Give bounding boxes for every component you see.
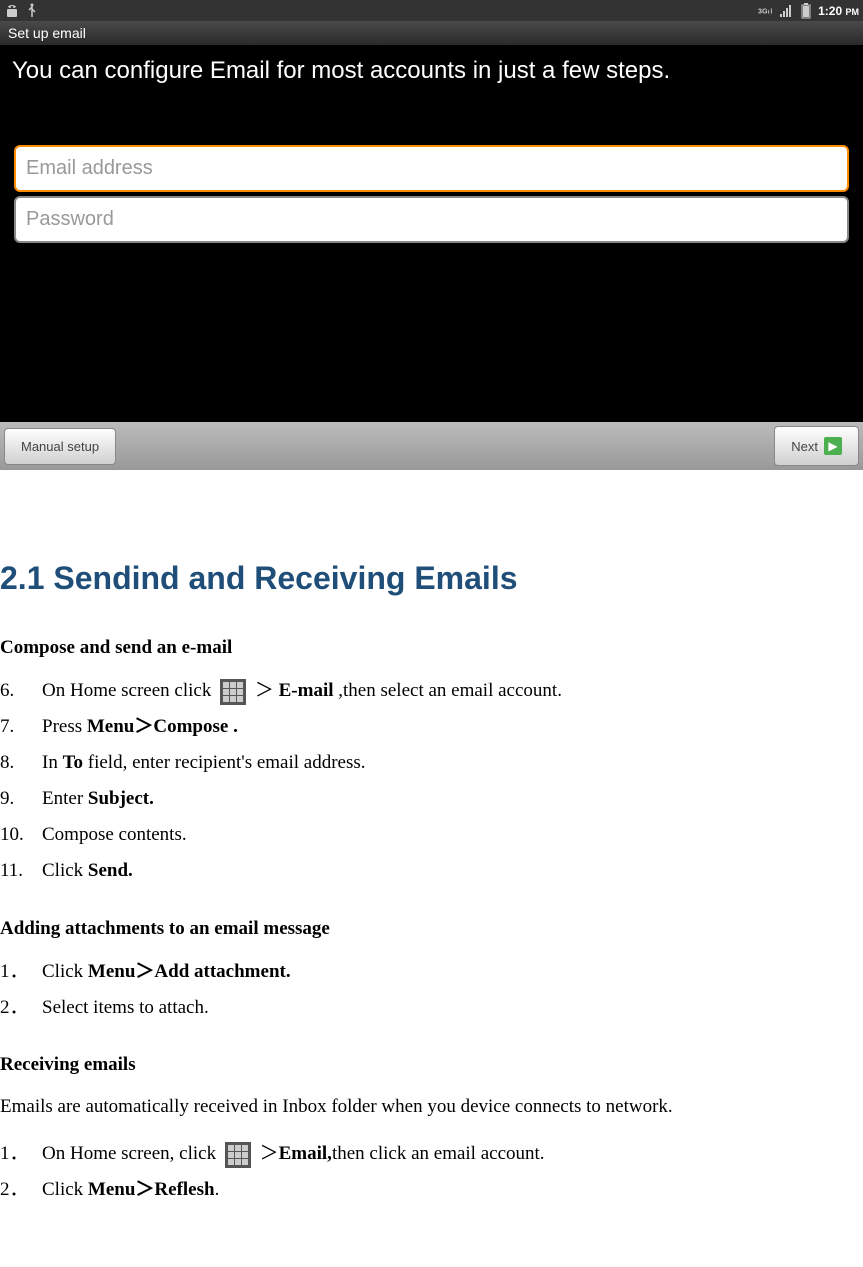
setup-content: You can configure Email for most account… [0, 45, 863, 259]
attachments-list: 1． Click Menu＞Add attachment. 2． Select … [0, 954, 863, 1026]
next-button[interactable]: Next ▶ [774, 426, 859, 466]
list-number: 11. [0, 853, 42, 889]
list-item: 10. Compose contents. [0, 817, 863, 853]
status-time: 1:20 PM [818, 4, 859, 18]
list-item: 11. Click Send. [0, 853, 863, 889]
list-number: 2． [0, 990, 42, 1026]
list-item: 1． Click Menu＞Add attachment. [0, 954, 863, 990]
list-text: Click Menu＞Reflesh. [42, 1172, 219, 1208]
list-item: 1． On Home screen, click ＞Email,then cli… [0, 1136, 863, 1172]
list-number: 9. [0, 781, 42, 817]
usb-icon [24, 3, 40, 19]
attachments-heading: Adding attachments to an email message [0, 918, 863, 940]
list-item: 2． Select items to attach. [0, 990, 863, 1026]
list-text: Enter Subject. [42, 781, 154, 817]
password-field[interactable]: Password [14, 196, 849, 243]
button-bar: Manual setup Next ▶ [0, 422, 863, 470]
list-text: Compose contents. [42, 817, 187, 853]
list-item: 6. On Home screen click ＞ E-mail ,then s… [0, 673, 863, 709]
battery-icon [798, 3, 814, 19]
list-text: Click Send. [42, 853, 133, 889]
compose-heading: Compose and send an e-mail [0, 637, 863, 659]
manual-setup-label: Manual setup [21, 439, 99, 454]
status-left [4, 3, 40, 19]
list-item: 9. Enter Subject. [0, 781, 863, 817]
list-number: 6. [0, 673, 42, 709]
network-3g-icon: 3G [758, 3, 774, 19]
status-right: 3G 1:20 PM [758, 3, 859, 19]
compose-list: 6. On Home screen click ＞ E-mail ,then s… [0, 673, 863, 890]
signal-icon [778, 3, 794, 19]
document-content: 2.1 Sendind and Receiving Emails Compose… [0, 560, 863, 1228]
window-title-bar: Set up email [0, 21, 863, 45]
list-item: 7. Press Menu＞Compose . [0, 709, 863, 745]
list-number: 10. [0, 817, 42, 853]
list-text: Press Menu＞Compose . [42, 709, 238, 745]
android-screenshot: 3G 1:20 PM Set up email You can configur… [0, 0, 863, 470]
list-text: On Home screen click ＞ E-mail ,then sele… [42, 673, 562, 709]
list-text: On Home screen, click ＞Email,then click … [42, 1136, 545, 1172]
manual-setup-button[interactable]: Manual setup [4, 428, 116, 465]
list-number: 8. [0, 745, 42, 781]
list-item: 8. In To field, enter recipient's email … [0, 745, 863, 781]
svg-text:3G: 3G [758, 7, 768, 15]
list-text: In To field, enter recipient's email add… [42, 745, 366, 781]
receiving-list: 1． On Home screen, click ＞Email,then cli… [0, 1136, 863, 1208]
arrow-right-icon: ▶ [824, 437, 842, 455]
receiving-para: Emails are automatically received in Inb… [0, 1090, 863, 1124]
list-number: 1． [0, 954, 42, 990]
list-text: Select items to attach. [42, 990, 209, 1026]
setup-heading: You can configure Email for most account… [12, 57, 851, 85]
section-heading: 2.1 Sendind and Receiving Emails [0, 560, 863, 597]
android-icon [4, 3, 20, 19]
list-text: Click Menu＞Add attachment. [42, 954, 291, 990]
apps-grid-icon [225, 1142, 251, 1168]
list-number: 1． [0, 1136, 42, 1172]
next-label: Next [791, 439, 818, 454]
list-item: 2． Click Menu＞Reflesh. [0, 1172, 863, 1208]
apps-grid-icon [220, 679, 246, 705]
status-bar: 3G 1:20 PM [0, 0, 863, 21]
list-number: 2． [0, 1172, 42, 1208]
email-field[interactable]: Email address [14, 145, 849, 192]
list-number: 7. [0, 709, 42, 745]
receiving-heading: Receiving emails [0, 1054, 863, 1076]
